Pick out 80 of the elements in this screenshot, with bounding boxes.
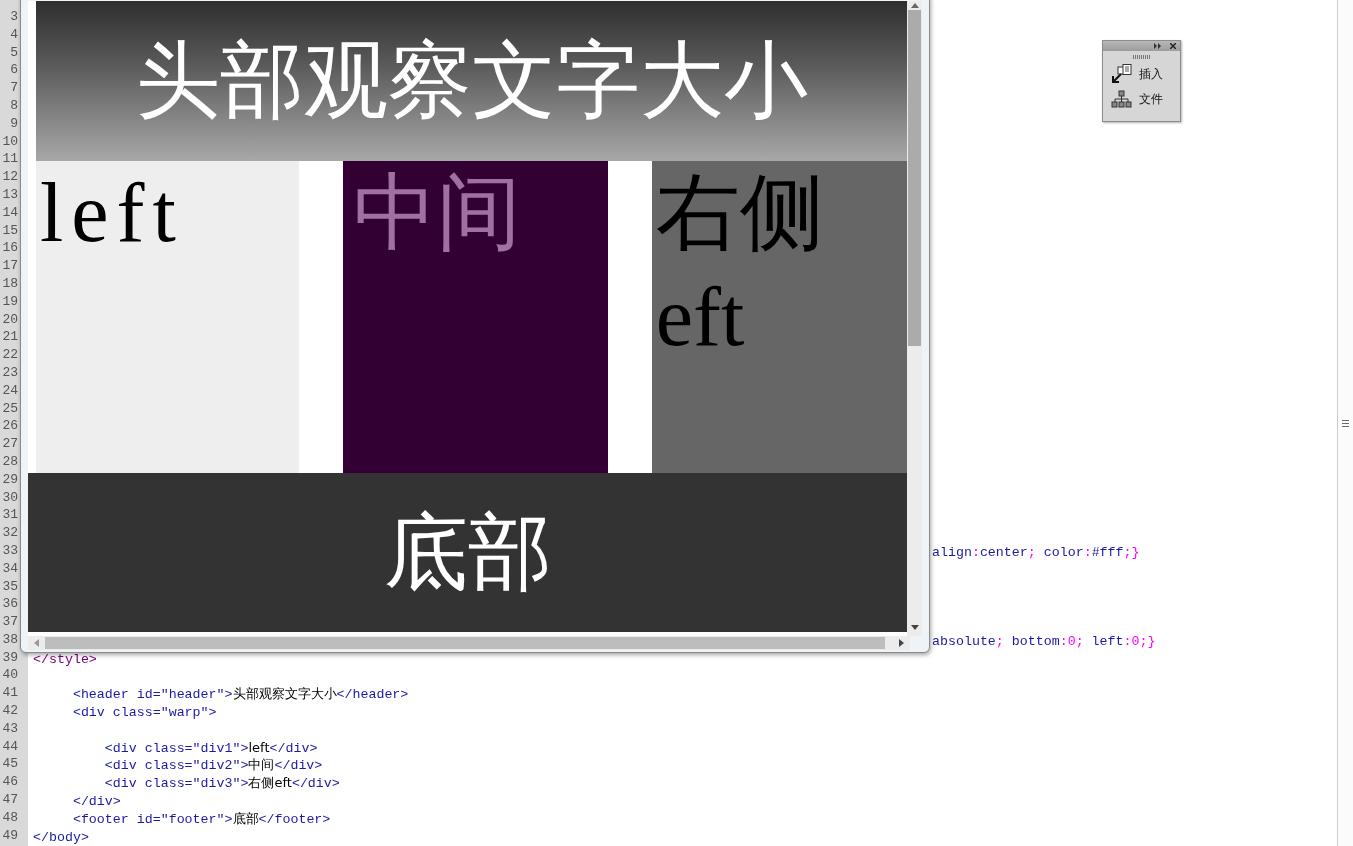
line-number: 22 <box>1 346 18 364</box>
code-line: <div class="div1">left</div> <box>103 740 318 756</box>
code-line: </body> <box>33 829 89 845</box>
line-number: 3 <box>9 8 18 26</box>
scroll-right-icon[interactable] <box>899 639 904 647</box>
line-number: 15 <box>1 221 18 240</box>
line-number: 13 <box>1 185 18 204</box>
line-number: 14 <box>1 203 18 222</box>
code-line: absolute; bottom:0; left:0;} <box>932 633 1156 649</box>
column-panel: left <box>36 161 300 473</box>
line-number: 38 <box>1 630 18 649</box>
line-number: 32 <box>1 524 18 542</box>
line-number: 23 <box>1 363 18 382</box>
line-number: 29 <box>1 470 18 489</box>
line-number: 31 <box>1 506 18 525</box>
line-number: 27 <box>1 435 18 453</box>
column-panel: 中间 <box>343 161 608 473</box>
panel-item[interactable]: 文件 <box>1103 87 1180 111</box>
page-header: 头部观察文字大小 <box>36 1 908 161</box>
line-number: 47 <box>1 791 18 809</box>
scroll-thumb[interactable] <box>908 10 921 346</box>
code-line: <header id="header">头部观察文字大小</header> <box>71 687 409 703</box>
panel-item[interactable]: 插入 <box>1103 61 1180 87</box>
code-line: </div> <box>71 794 121 810</box>
line-number: 44 <box>1 737 18 756</box>
line-number: 30 <box>1 488 18 507</box>
drag-handle[interactable] <box>1132 55 1151 59</box>
line-number: 40 <box>1 666 18 685</box>
line-number: 24 <box>1 381 18 400</box>
scroll-down-icon[interactable] <box>910 625 919 630</box>
line-number: 16 <box>1 239 18 258</box>
code-line: <div class="div2">中间</div> <box>103 758 323 774</box>
line-number: 20 <box>1 310 18 329</box>
line-number: 18 <box>1 274 18 293</box>
line-number: 48 <box>1 808 18 827</box>
horizontal-scrollbar[interactable] <box>28 636 910 650</box>
scroll-left-icon[interactable] <box>34 639 39 647</box>
line-number: 36 <box>1 595 18 614</box>
insert-icon <box>1111 64 1133 84</box>
line-number: 4 <box>9 25 18 44</box>
line-number: 21 <box>1 328 18 347</box>
line-number: 35 <box>1 577 18 596</box>
line-number: 43 <box>1 719 18 738</box>
scroll-thumb[interactable] <box>45 637 885 649</box>
page-footer: 底部 <box>28 473 908 632</box>
code-line: </style> <box>33 651 97 667</box>
code-line: <footer id="footer">底部</footer> <box>71 811 331 827</box>
line-number: 45 <box>1 755 18 774</box>
sitemap-icon <box>1111 90 1133 108</box>
line-number: 5 <box>9 43 18 62</box>
line-number: 12 <box>1 168 18 186</box>
code-line: align:center; color:#fff;} <box>932 544 1140 560</box>
scroll-up-icon[interactable] <box>910 3 919 8</box>
line-number: 46 <box>1 773 18 792</box>
line-number: 28 <box>1 452 18 471</box>
vertical-scrollbar[interactable] <box>907 1 922 636</box>
line-number: 6 <box>9 61 18 80</box>
splitter-grip-icon[interactable] <box>1342 418 1349 428</box>
line-number: 9 <box>9 114 18 133</box>
code-line: <div class="div3">右侧eft</div> <box>103 776 340 792</box>
line-number: 39 <box>1 648 18 667</box>
line-number: 17 <box>1 257 18 275</box>
line-number: 10 <box>1 132 18 151</box>
line-number: 37 <box>1 613 18 631</box>
collapse-icon[interactable] <box>1154 43 1162 49</box>
code-line: <div class="warp"> <box>71 705 217 721</box>
line-number: 8 <box>9 97 18 115</box>
column-panel: 右侧eft <box>651 161 908 473</box>
scrollbar[interactable] <box>1337 0 1353 846</box>
line-number: 42 <box>1 702 18 720</box>
line-number: 7 <box>9 79 18 97</box>
close-icon[interactable] <box>1170 43 1176 49</box>
line-number: 19 <box>1 292 18 311</box>
line-number: 49 <box>1 826 18 845</box>
line-number: 33 <box>1 541 18 560</box>
line-number: 11 <box>1 150 18 169</box>
line-number: 26 <box>1 417 18 436</box>
line-number: 41 <box>1 684 18 703</box>
line-number: 34 <box>1 559 18 578</box>
line-number: 25 <box>1 399 18 418</box>
